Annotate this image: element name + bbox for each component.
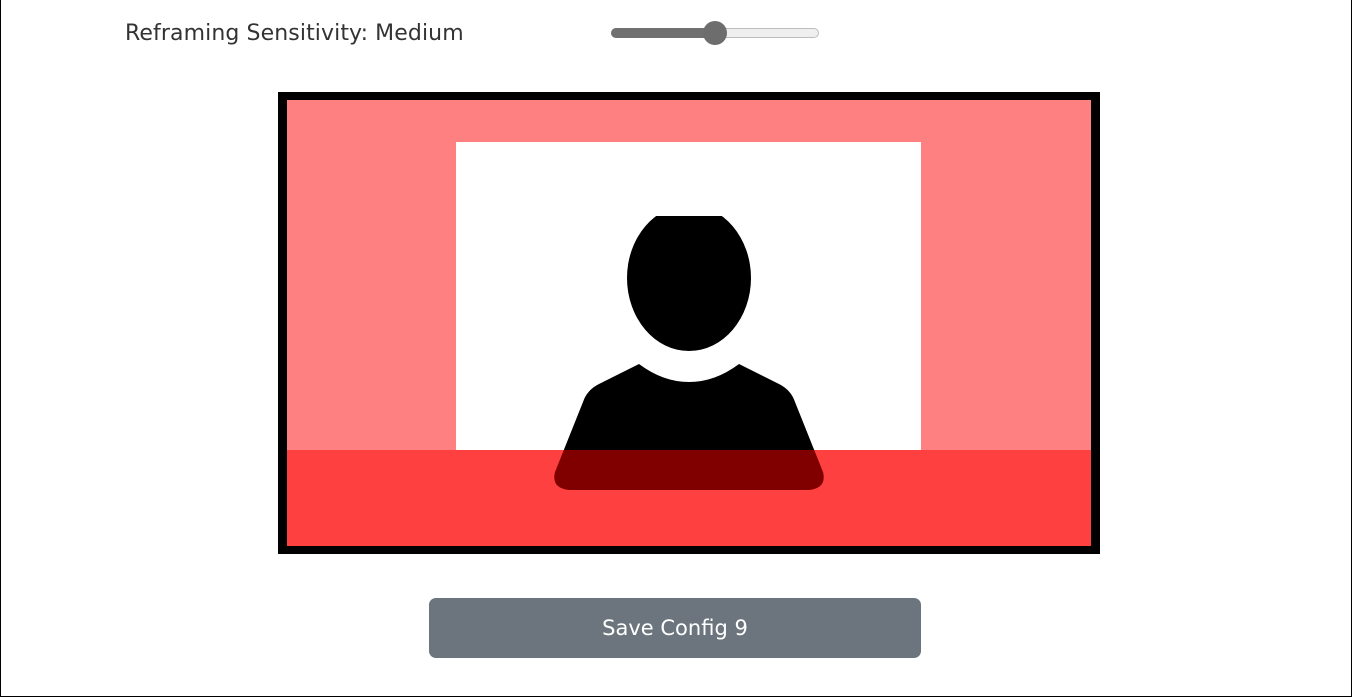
person-silhouette-icon xyxy=(551,216,827,492)
sensitivity-row: Reframing Sensitivity: Medium xyxy=(125,16,464,50)
slider-fill xyxy=(611,28,715,38)
slider-thumb[interactable] xyxy=(703,21,727,45)
save-config-button[interactable]: Save Config 9 xyxy=(429,598,921,658)
sensitivity-slider[interactable] xyxy=(611,21,821,45)
reframing-config-page: Reframing Sensitivity: Medium Save Confi… xyxy=(0,0,1352,697)
sensitivity-label: Reframing Sensitivity: Medium xyxy=(125,20,464,46)
outside-region xyxy=(287,100,1091,546)
reframing-preview-frame xyxy=(278,92,1100,554)
